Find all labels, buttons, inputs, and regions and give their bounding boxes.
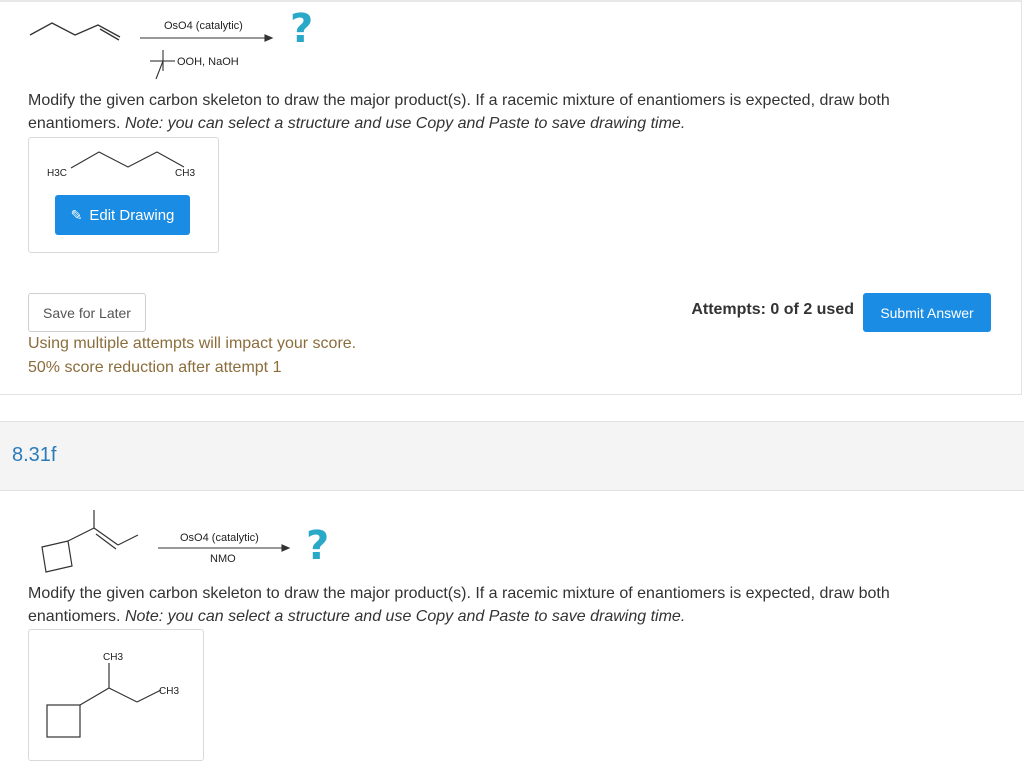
skeleton-right-label-2: CH3 [159, 686, 179, 697]
submit-answer-button[interactable]: Submit Answer [863, 293, 991, 332]
warning-line-2: 50% score reduction after attempt 1 [28, 359, 282, 376]
reagent-top-label-2: OsO4 (catalytic) [180, 532, 259, 544]
edit-drawing-label: Edit Drawing [89, 206, 175, 224]
reagent-top-label: OsO4 (catalytic) [164, 20, 243, 32]
edit-drawing-button[interactable]: ✎ Edit Drawing [55, 195, 190, 235]
reactant-molecule-2 [41, 510, 139, 573]
instructions-2: Modify the given carbon skeleton to draw… [28, 582, 968, 628]
skeleton-top-label: CH3 [103, 652, 123, 663]
instruction-note-text-2: Note: you can select a structure and use… [124, 608, 686, 625]
reaction-scheme-2: OsO4 (catalytic) NMO [41, 510, 291, 573]
reaction-arrow-1 [140, 34, 274, 42]
skeleton-right-label: CH3 [175, 168, 195, 179]
unknown-product-mark-1: ? [290, 6, 314, 52]
reactant-molecule-1 [29, 22, 121, 41]
reagent-bottom-label-2: NMO [210, 553, 236, 565]
save-for-later-button[interactable]: Save for Later [28, 293, 146, 332]
tbhp-skeleton [150, 50, 175, 80]
reaction-arrow-2 [158, 544, 291, 552]
question-header-2: 8.31f [0, 421, 1024, 491]
skeleton-left-label: H3C [47, 168, 67, 179]
attempts-counter: Attempts: 0 of 2 used [691, 301, 854, 318]
drawing-canvas-2[interactable]: CH3 CH3 [28, 629, 204, 761]
instruction-note-text-1: Note: you can select a structure and use… [124, 115, 686, 132]
pencil-icon: ✎ [70, 206, 83, 223]
skeleton-drawing-1: H3C CH3 [47, 151, 195, 179]
reagent-bottom-label: OOH, NaOH [177, 56, 239, 68]
warning-line-1: Using multiple attempts will impact your… [28, 335, 357, 352]
unknown-product-mark-2: ? [306, 523, 330, 569]
question-number: 8.31f [12, 444, 57, 466]
skeleton-drawing-2: CH3 CH3 [46, 652, 179, 738]
reaction-scheme-1: OsO4 (catalytic) OOH, NaOH [29, 20, 274, 80]
instructions-1: Modify the given carbon skeleton to draw… [28, 89, 968, 135]
